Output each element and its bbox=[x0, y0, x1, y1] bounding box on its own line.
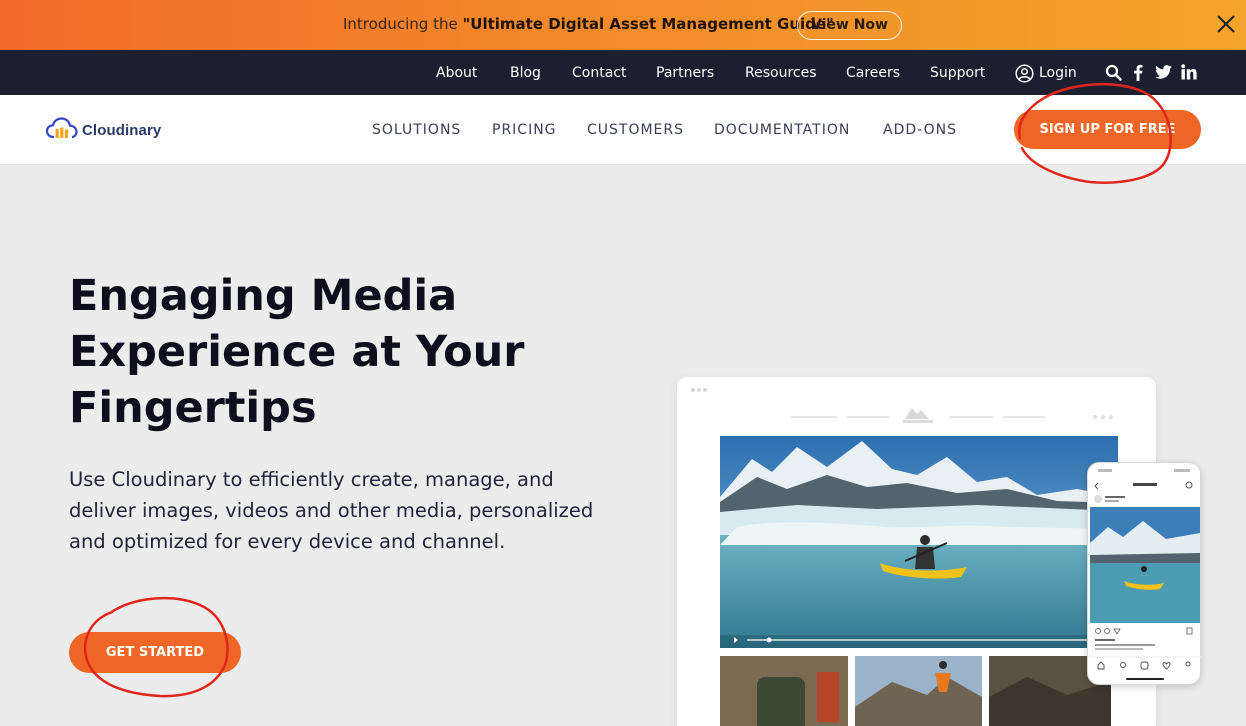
phone-mockup bbox=[1087, 462, 1202, 685]
nav-blog[interactable]: Blog bbox=[510, 65, 541, 81]
product-mockup bbox=[677, 377, 1156, 726]
close-icon[interactable] bbox=[1215, 13, 1237, 35]
facebook-icon[interactable] bbox=[1133, 64, 1143, 81]
nav-add-ons[interactable]: ADD-ONS bbox=[883, 122, 957, 138]
sign-up-button[interactable]: SIGN UP FOR FREE bbox=[1014, 110, 1201, 149]
nav-contact[interactable]: Contact bbox=[572, 65, 626, 81]
brand-name[interactable]: Cloudinary bbox=[82, 122, 161, 139]
utility-nav: About Blog Contact Partners Resources Ca… bbox=[0, 50, 1246, 95]
headline-line-1: Engaging Media bbox=[69, 271, 458, 321]
nav-documentation[interactable]: DOCUMENTATION bbox=[714, 122, 850, 138]
nav-solutions[interactable]: SOLUTIONS bbox=[372, 122, 461, 138]
linkedin-icon[interactable] bbox=[1181, 64, 1197, 80]
nav-about[interactable]: About bbox=[436, 65, 477, 81]
promo-highlight: "Ultimate Digital Asset Management Guide… bbox=[462, 15, 834, 33]
nav-login[interactable]: Login bbox=[1039, 65, 1077, 81]
nav-resources[interactable]: Resources bbox=[745, 65, 817, 81]
nav-partners[interactable]: Partners bbox=[656, 65, 714, 81]
get-started-button[interactable]: GET STARTED bbox=[69, 632, 241, 673]
promo-text: Introducing the "Ultimate Digital Asset … bbox=[343, 15, 834, 33]
main-header: Cloudinary SOLUTIONS PRICING CUSTOMERS D… bbox=[0, 95, 1246, 165]
headline-line-3: Fingertips bbox=[69, 383, 317, 433]
hero-headline: Engaging Media Experience at Your Finger… bbox=[69, 268, 589, 436]
promo-banner: Introducing the "Ultimate Digital Asset … bbox=[0, 0, 1246, 50]
cloudinary-logo-icon[interactable] bbox=[46, 117, 80, 141]
user-icon[interactable] bbox=[1015, 64, 1034, 83]
hero-description: Use Cloudinary to efficiently create, ma… bbox=[69, 468, 594, 553]
view-now-button[interactable]: View Now bbox=[797, 11, 902, 40]
phone-screen bbox=[1088, 469, 1202, 680]
headline-line-2: Experience at Your bbox=[69, 327, 525, 377]
nav-customers[interactable]: CUSTOMERS bbox=[587, 122, 684, 138]
nav-support[interactable]: Support bbox=[930, 65, 985, 81]
nav-pricing[interactable]: PRICING bbox=[492, 122, 557, 138]
twitter-icon[interactable] bbox=[1155, 65, 1172, 79]
nav-careers[interactable]: Careers bbox=[846, 65, 900, 81]
promo-prefix: Introducing the bbox=[343, 15, 463, 33]
search-icon[interactable] bbox=[1105, 64, 1122, 81]
mockup-illustration bbox=[691, 388, 1118, 726]
